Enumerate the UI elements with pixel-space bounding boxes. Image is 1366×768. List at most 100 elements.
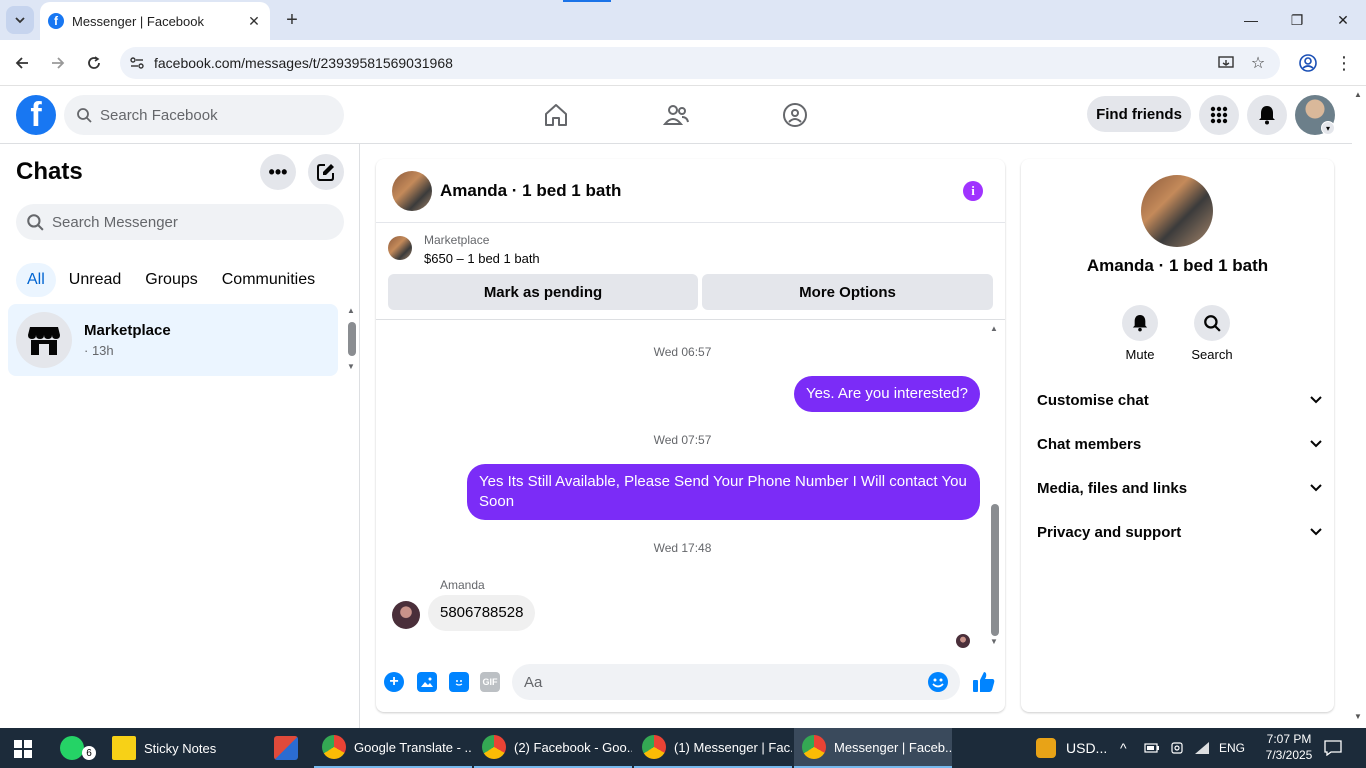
tray-overflow-icon[interactable]: ^ xyxy=(1120,728,1127,768)
sender-avatar[interactable] xyxy=(392,601,420,629)
outgoing-message[interactable]: Yes. Are you interested? xyxy=(793,376,980,412)
chats-options-button[interactable]: ••• xyxy=(260,154,296,190)
home-nav-icon[interactable] xyxy=(540,99,572,131)
mute-button[interactable]: Mute xyxy=(1110,305,1170,362)
tab-search-button[interactable] xyxy=(6,6,34,34)
taskbar-sticky-notes[interactable]: Sticky Notes xyxy=(104,728,256,768)
more-options-button[interactable]: More Options xyxy=(702,274,993,310)
whatsapp-badge: 6 xyxy=(82,746,96,760)
conversation-scroll-thumb[interactable] xyxy=(991,504,999,636)
filter-all[interactable]: All xyxy=(16,263,56,297)
facebook-favicon-icon: f xyxy=(48,13,64,29)
notification-center-icon[interactable] xyxy=(1324,728,1342,768)
chrome-icon xyxy=(642,735,666,759)
new-tab-button[interactable]: + xyxy=(280,8,304,32)
listing-thumbnail[interactable] xyxy=(392,170,432,211)
page-scroll-down-icon[interactable]: ▼ xyxy=(1354,712,1362,721)
currency-widget[interactable]: USD... xyxy=(1036,728,1107,768)
filter-groups[interactable]: Groups xyxy=(134,263,208,297)
facebook-search-input[interactable]: Search Facebook xyxy=(64,95,344,135)
listing-avatar[interactable] xyxy=(1141,175,1213,247)
listing-price[interactable]: $650 – 1 bed 1 bath xyxy=(424,251,540,266)
site-info-icon[interactable] xyxy=(120,47,154,79)
system-clock[interactable]: 7:07 PM 7/3/2025 xyxy=(1254,731,1324,763)
mark-as-pending-button[interactable]: Mark as pending xyxy=(388,274,698,310)
close-window-button[interactable]: ✕ xyxy=(1320,0,1366,40)
incoming-message[interactable]: 5806788528 xyxy=(428,595,536,631)
groups-nav-icon[interactable] xyxy=(779,99,811,131)
taskbar-whatsapp[interactable]: 6 xyxy=(52,728,104,768)
chat-list-item-marketplace[interactable]: Marketplace · 13h xyxy=(8,304,338,376)
chats-scrollbar[interactable]: ▲ ▼ xyxy=(346,306,358,372)
chrome-icon xyxy=(802,735,826,759)
chevron-down-icon xyxy=(1310,437,1322,451)
search-icon xyxy=(27,214,44,231)
battery-icon[interactable] xyxy=(1144,728,1160,768)
conversation-title[interactable]: Amanda · 1 bed 1 bath xyxy=(440,181,621,201)
add-attachment-icon[interactable]: + xyxy=(384,672,404,692)
reload-button[interactable] xyxy=(80,49,108,77)
chats-scroll-thumb[interactable] xyxy=(348,322,356,356)
scroll-down-arrow-icon[interactable]: ▼ xyxy=(990,637,998,646)
tab-title: Messenger | Facebook xyxy=(72,13,204,29)
chat-members-section[interactable]: Chat members xyxy=(1037,422,1322,466)
conversation-panel: Amanda · 1 bed 1 bath i Marketplace $650… xyxy=(376,159,1005,712)
install-app-icon[interactable] xyxy=(1212,47,1240,79)
browser-tab-active[interactable]: f Messenger | Facebook ✕ xyxy=(40,2,270,40)
new-message-button[interactable] xyxy=(308,154,344,190)
scroll-up-arrow-icon[interactable]: ▲ xyxy=(990,324,998,333)
notifications-button[interactable] xyxy=(1247,95,1287,135)
profile-icon[interactable] xyxy=(1294,49,1322,77)
taskbar-label: (1) Messenger | Fac... xyxy=(674,739,792,755)
find-friends-button[interactable]: Find friends xyxy=(1087,96,1191,132)
taskbar-snipping-tool[interactable] xyxy=(266,728,312,768)
account-chevron-icon[interactable]: ▾ xyxy=(1321,121,1335,135)
section-label: Customise chat xyxy=(1037,391,1149,409)
camera-icon[interactable] xyxy=(1170,728,1184,768)
media-files-links-section[interactable]: Media, files and links xyxy=(1037,466,1322,510)
scroll-down-arrow-icon: ▼ xyxy=(347,362,355,371)
language-indicator[interactable]: ENG xyxy=(1219,728,1245,768)
conversation-info-icon[interactable]: i xyxy=(963,181,983,201)
privacy-support-section[interactable]: Privacy and support xyxy=(1037,510,1322,554)
thumbs-up-icon[interactable] xyxy=(972,670,996,694)
minimize-button[interactable]: — xyxy=(1228,0,1274,40)
tab-indicator xyxy=(563,0,611,2)
tab-close-icon[interactable]: ✕ xyxy=(246,13,262,30)
wifi-icon[interactable] xyxy=(1194,728,1210,768)
messenger-search-placeholder: Search Messenger xyxy=(52,213,178,231)
taskbar-label: Google Translate - ... xyxy=(354,739,472,755)
taskbar-messenger-chrome-1[interactable]: (1) Messenger | Fac... xyxy=(634,728,792,768)
customise-chat-section[interactable]: Customise chat xyxy=(1037,378,1322,422)
clock-time: 7:07 PM xyxy=(1266,732,1312,746)
restore-button[interactable]: ❐ xyxy=(1274,0,1320,40)
photo-icon[interactable] xyxy=(417,672,437,692)
page-scroll-up-icon[interactable]: ▲ xyxy=(1354,90,1362,99)
taskbar-label: Sticky Notes xyxy=(144,740,217,756)
message-input[interactable]: Aa xyxy=(512,664,960,700)
menu-grid-button[interactable] xyxy=(1199,95,1239,135)
messenger-search-input[interactable]: Search Messenger xyxy=(16,204,344,240)
sticker-icon[interactable] xyxy=(449,672,469,692)
windows-start-icon[interactable] xyxy=(14,740,32,758)
seen-receipt-avatar xyxy=(956,634,970,648)
taskbar-facebook-chrome[interactable]: (2) Facebook - Goo... xyxy=(474,728,632,768)
arrow-left-icon xyxy=(15,57,28,69)
filter-communities[interactable]: Communities xyxy=(211,263,326,297)
bell-icon xyxy=(1259,106,1275,125)
taskbar-google-translate[interactable]: Google Translate - ... xyxy=(314,728,472,768)
gif-icon[interactable]: GIF xyxy=(480,672,500,692)
forward-button[interactable] xyxy=(44,49,72,77)
emoji-icon[interactable] xyxy=(928,672,948,692)
browser-menu-icon[interactable]: ⋮ xyxy=(1330,49,1358,77)
address-bar[interactable]: facebook.com/messages/t/2393958156903196… xyxy=(120,47,1280,79)
message-timestamp: Wed 17:48 xyxy=(653,541,712,555)
search-conversation-button[interactable]: Search xyxy=(1182,305,1242,362)
back-button[interactable] xyxy=(8,49,36,77)
bookmark-star-icon[interactable]: ☆ xyxy=(1244,47,1272,79)
taskbar-messenger-chrome-2[interactable]: Messenger | Faceb... xyxy=(794,728,952,768)
facebook-logo-icon[interactable]: f xyxy=(16,95,56,135)
friends-nav-icon[interactable] xyxy=(660,99,692,131)
filter-unread[interactable]: Unread xyxy=(58,263,132,297)
outgoing-message[interactable]: Yes Its Still Available, Please Send You… xyxy=(467,464,980,520)
